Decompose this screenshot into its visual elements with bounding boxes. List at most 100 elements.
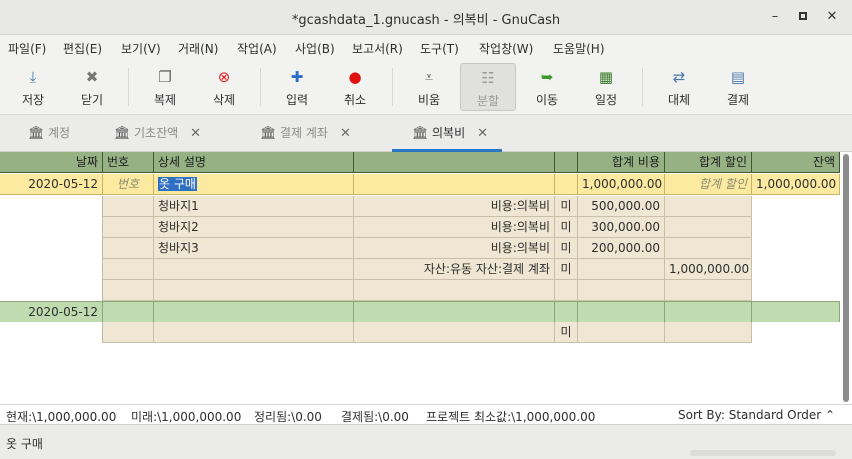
menu-help[interactable]: 도움말(H) [553,40,605,57]
col-reconciled[interactable] [555,152,578,173]
save-button[interactable]: ⤓ 저장 [5,63,61,111]
split-account[interactable]: 비용:의복비 [354,217,555,238]
txn-date[interactable]: 2020-05-12 [0,174,103,195]
jump-button[interactable]: ➥ 이동 [519,63,575,111]
split-debit[interactable] [578,259,665,280]
blank-credit[interactable] [665,302,752,323]
reconcile-button[interactable]: ▤ 결제 [710,63,766,111]
col-balance[interactable]: 잔액 [752,152,840,173]
vertical-scrollbar[interactable] [840,152,852,404]
split-icon: ☷ [481,69,495,87]
split-debit[interactable]: 300,000.00 [578,217,665,238]
split-action[interactable] [103,217,154,238]
txn-debit[interactable]: 1,000,000.00 [578,174,665,195]
split-credit[interactable] [665,217,752,238]
split-memo[interactable]: 청바지3 [154,238,354,259]
close-button[interactable]: ✖ 닫기 [64,63,120,111]
split-memo[interactable]: 청바지1 [154,196,354,217]
blank-button[interactable]: ⩡ 비움 [401,63,457,111]
schedule-button[interactable]: ▦ 일정 [578,63,634,111]
split-reconciled[interactable] [555,280,578,301]
split-memo[interactable] [154,280,354,301]
split-reconciled[interactable]: 미 [555,322,578,343]
plus-icon: ✚ [290,68,304,86]
blank-date[interactable]: 2020-05-12 [0,302,103,323]
menu-tools[interactable]: 도구(T) [420,40,459,57]
txn-description[interactable]: 옷 구매 [154,174,354,195]
reconciled-balance: 결제됨:\0.00 [341,410,409,424]
split-account[interactable]: 자산:유동 자산:결제 계좌 [354,259,555,280]
tab-accounts[interactable]: 🏛 계정 [28,115,70,151]
blank-reconciled[interactable] [555,302,578,323]
close-tab-icon[interactable]: ✕ [190,116,201,152]
menu-transaction[interactable]: 거래(N) [178,40,218,57]
split-credit[interactable] [665,280,752,301]
split-account[interactable]: 비용:의복비 [354,238,555,259]
tab-label: 계정 [48,126,71,140]
duplicate-button[interactable]: ❐ 복제 [137,63,193,111]
split-debit[interactable]: 200,000.00 [578,238,665,259]
split-memo[interactable] [154,259,354,280]
col-date[interactable]: 날짜 [0,152,103,173]
col-credit[interactable]: 합계 할인 [665,152,752,173]
enter-button[interactable]: ✚ 입력 [269,63,325,111]
close-tab-icon[interactable]: ✕ [340,116,351,152]
cancel-button[interactable]: ● 취소 [327,63,383,111]
menu-business[interactable]: 사업(B) [295,40,335,57]
menu-file[interactable]: 파일(F) [8,40,46,57]
tab-opening-balance[interactable]: 🏛 기초잔액 ✕ [114,115,201,151]
tab-checking-account[interactable]: 🏛 결제 계좌 ✕ [260,115,351,151]
split-credit[interactable] [665,322,752,343]
split-action[interactable] [103,259,154,280]
split-button[interactable]: ☷ 분할 [460,63,516,111]
blank-transfer[interactable] [354,302,555,323]
blank-description[interactable] [154,302,354,323]
description-input[interactable]: 옷 구매 [158,177,197,191]
txn-num[interactable]: 번호 [103,174,154,195]
split-action[interactable] [103,238,154,259]
split-credit[interactable] [665,238,752,259]
split-reconciled[interactable]: 미 [555,259,578,280]
maximize-button[interactable] [794,8,812,26]
sort-by-control[interactable]: Sort By: Standard Order ⌃ [678,408,835,422]
split-action[interactable] [103,322,154,343]
col-num[interactable]: 번호 [103,152,154,173]
split-account[interactable] [354,322,555,343]
minimize-button[interactable]: – [766,8,784,26]
txn-reconciled[interactable] [555,174,578,195]
jump-icon: ➥ [540,68,554,86]
split-debit[interactable]: 500,000.00 [578,196,665,217]
close-window-button[interactable]: ✕ [823,8,841,26]
split-memo[interactable]: 청바지2 [154,217,354,238]
col-transfer[interactable] [354,152,555,173]
tab-clothing[interactable]: 🏛 의복비 ✕ [391,115,503,152]
split-credit[interactable]: 1,000,000.00 [665,259,752,280]
split-reconciled[interactable]: 미 [555,196,578,217]
menu-edit[interactable]: 편집(E) [63,40,102,57]
blank-num[interactable] [103,302,154,323]
split-action[interactable] [103,196,154,217]
split-account[interactable] [354,280,555,301]
split-debit[interactable] [578,280,665,301]
split-account[interactable]: 비용:의복비 [354,196,555,217]
col-debit[interactable]: 합계 비용 [578,152,665,173]
menu-view[interactable]: 보기(V) [121,40,161,57]
col-description[interactable]: 상세 설명 [154,152,354,173]
split-memo[interactable] [154,322,354,343]
menu-reports[interactable]: 보고서(R) [352,40,403,57]
close-tab-icon[interactable]: ✕ [477,116,488,152]
split-credit[interactable] [665,196,752,217]
transfer-button[interactable]: ⇄ 대체 [651,63,707,111]
menu-actions[interactable]: 작업(A) [237,40,277,57]
blank-debit[interactable] [578,302,665,323]
split-reconciled[interactable]: 미 [555,238,578,259]
txn-credit[interactable]: 합계 할인 [665,174,752,195]
split-action[interactable] [103,280,154,301]
split-reconciled[interactable]: 미 [555,217,578,238]
scrollbar-thumb[interactable] [843,154,849,402]
txn-transfer[interactable] [354,174,555,195]
menu-windows[interactable]: 작업창(W) [479,40,533,57]
delete-button[interactable]: ⊗ 삭제 [196,63,252,111]
split-debit[interactable] [578,322,665,343]
cleared-balance: 정리됨:\0.00 [254,410,322,424]
